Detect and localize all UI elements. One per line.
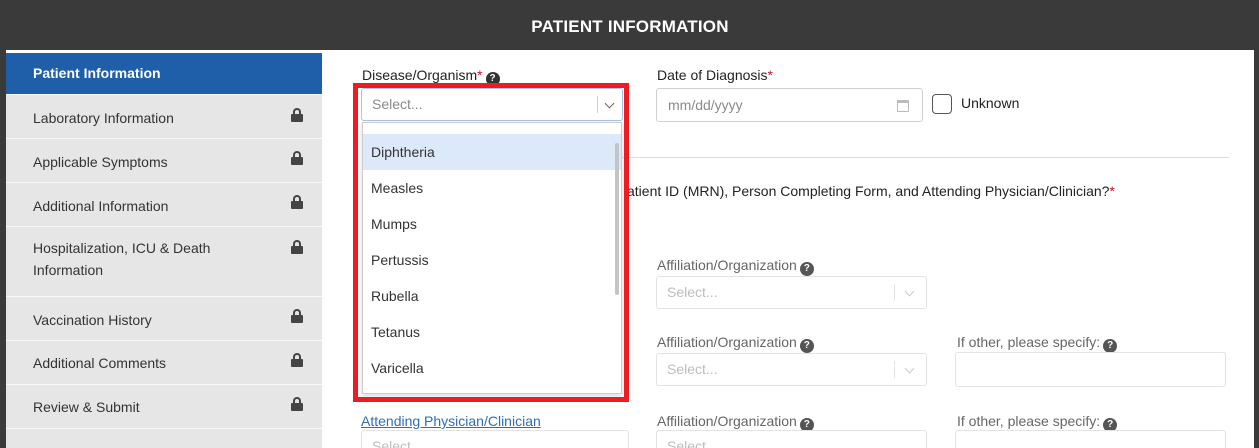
sidebar-item-vaccination-history[interactable]: Vaccination History [6, 297, 322, 341]
required-asterisk: * [767, 67, 773, 83]
if-other-input-3[interactable] [955, 430, 1226, 448]
chevron-down-icon [904, 363, 915, 374]
calendar-icon[interactable] [897, 100, 909, 112]
affiliation-label-1: Affiliation/Organization? [657, 257, 814, 276]
sidebar-nav: Patient Information Laboratory Informati… [6, 53, 322, 448]
sidebar-item-label-line2: Information [33, 262, 104, 278]
question-text: atient ID (MRN), Person Completing Form,… [627, 183, 1115, 199]
affiliation-select-2[interactable]: Select... [656, 353, 927, 386]
sidebar-item-patient-information[interactable]: Patient Information [6, 53, 322, 95]
lock-icon [291, 397, 303, 411]
sidebar-item-label: Applicable Symptoms [33, 154, 168, 170]
attending-physician-select[interactable]: Select... [361, 430, 629, 448]
lock-icon [291, 195, 303, 209]
chevron-down-icon [904, 286, 915, 297]
sidebar-item-review-submit[interactable]: Review & Submit [6, 385, 322, 429]
sidebar-item-hospitalization[interactable]: Hospitalization, ICU & Death Information [6, 227, 322, 297]
lock-icon [291, 108, 303, 122]
affiliation-select-1[interactable]: Select... [656, 276, 927, 309]
affiliation-select-3[interactable]: Select... [656, 430, 927, 448]
lock-icon [291, 151, 303, 165]
affiliation-label-2: Affiliation/Organization? [657, 334, 814, 353]
help-icon[interactable]: ? [1103, 339, 1118, 353]
sidebar-item-applicable-symptoms[interactable]: Applicable Symptoms [6, 139, 322, 183]
required-asterisk: * [477, 67, 483, 83]
if-other-input-2[interactable] [955, 352, 1226, 387]
section-divider [622, 157, 1229, 158]
sidebar-item-additional-information[interactable]: Additional Information [6, 183, 322, 227]
sidebar-item-label: Additional Comments [33, 355, 167, 371]
unknown-label: Unknown [961, 95, 1020, 111]
sidebar-item-label: Hospitalization, ICU & Death [33, 240, 211, 256]
attending-physician-link[interactable]: Attending Physician/Clinician [361, 413, 541, 429]
sidebar-item-laboratory-information[interactable]: Laboratory Information [6, 95, 322, 139]
sidebar-item-label: Patient Information [33, 65, 161, 81]
sidebar-item-label: Additional Information [33, 198, 169, 214]
date-of-diagnosis-input[interactable]: mm/dd/yyyy [656, 88, 923, 122]
if-other-label-2: If other, please specify:? [957, 334, 1118, 353]
sidebar-item-label: Review & Submit [33, 399, 140, 415]
help-icon[interactable]: ? [799, 339, 814, 353]
lock-icon [291, 353, 303, 367]
lock-icon [291, 309, 303, 323]
sidebar-item-additional-comments[interactable]: Additional Comments [6, 341, 322, 385]
help-icon[interactable]: ? [799, 262, 814, 276]
highlight-annotation [353, 83, 629, 402]
date-of-diagnosis-label: Date of Diagnosis* [657, 67, 773, 83]
page-header: PATIENT INFORMATION [6, 4, 1254, 50]
sidebar-item-label: Vaccination History [33, 312, 152, 328]
lock-icon [291, 240, 303, 254]
sidebar-item-label: Laboratory Information [33, 110, 174, 126]
unknown-checkbox[interactable] [932, 94, 952, 114]
